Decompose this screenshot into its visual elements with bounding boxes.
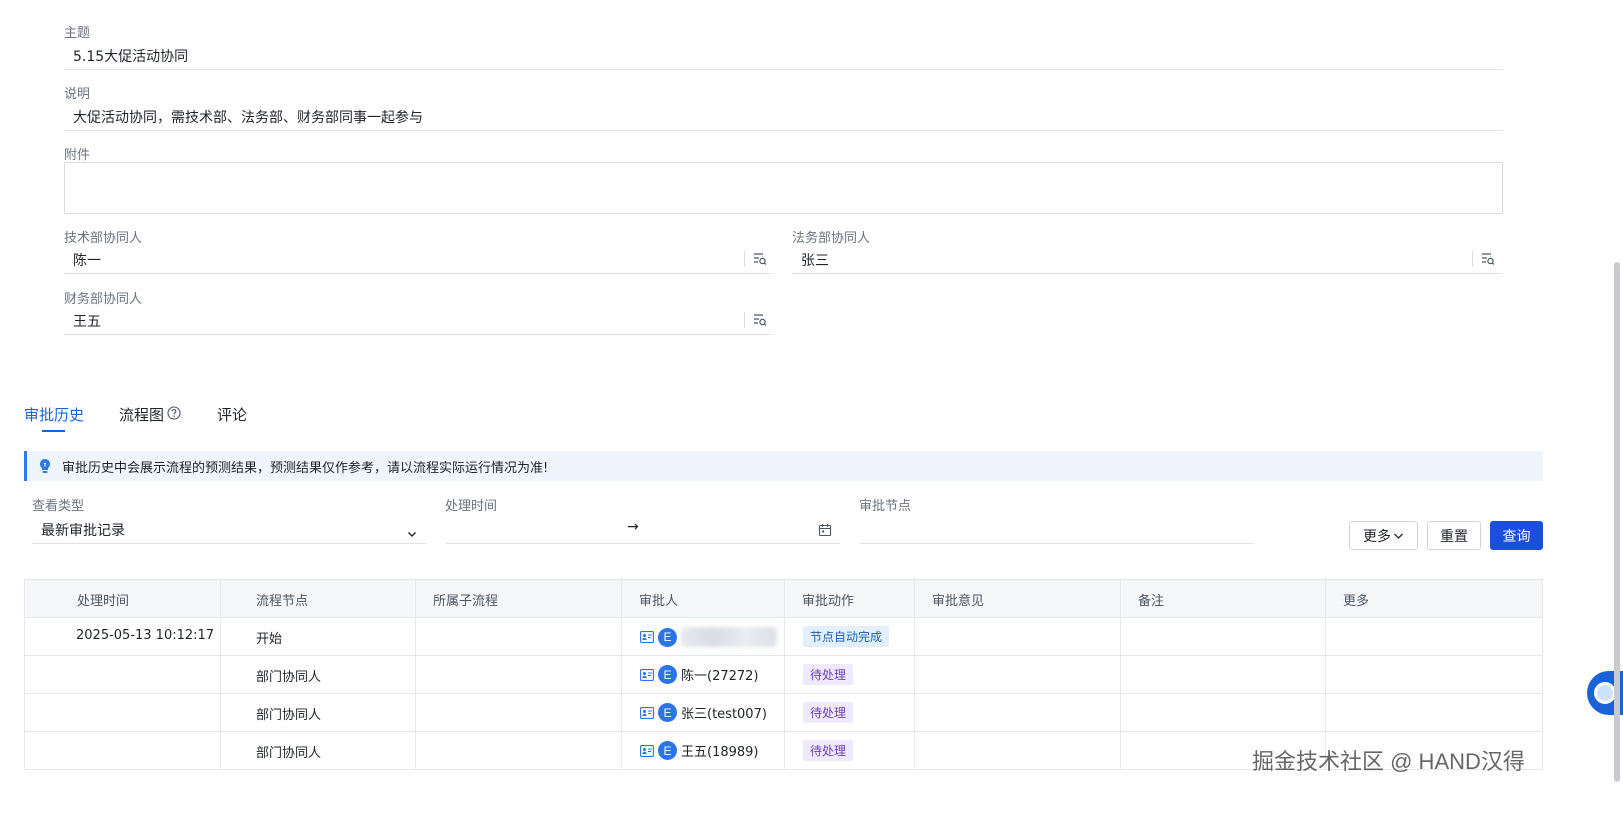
cell-approver: E 张三(test007) (640, 703, 767, 722)
view-type-label: 查看类型 (32, 499, 85, 514)
lookup-icon[interactable] (750, 310, 770, 330)
lookup-icon[interactable] (1478, 249, 1498, 269)
approval-node-input[interactable] (860, 517, 1253, 544)
avatar: E (658, 741, 677, 760)
scrollbar[interactable] (1614, 262, 1620, 782)
process-time-range[interactable]: → (446, 517, 840, 544)
tab-active-indicator (42, 430, 65, 432)
tab-flowchart[interactable]: 流程图 (119, 404, 181, 425)
tech-collab-value: 陈一 (73, 253, 101, 269)
subject-value: 5.15大促活动协同 (73, 49, 189, 65)
legal-collab-field[interactable]: 张三 (792, 248, 1502, 274)
divider (744, 251, 745, 267)
cell-process-time: 2025-05-13 10:12:17 (76, 628, 215, 643)
approval-history-table: 处理时间 流程节点 所属子流程 审批人 审批动作 审批意见 备注 更多 2025… (24, 579, 1543, 770)
cell-flow-node: 部门协同人 (256, 746, 322, 761)
table-row: 2025-05-13 10:12:17 开始 E 节点自动完成 (25, 618, 1542, 656)
process-time-label: 处理时间 (445, 499, 498, 514)
attachment-upload-area[interactable] (64, 162, 1503, 214)
description-value: 大促活动协同，需技术部、法务部、财务部同事一起参与 (73, 110, 423, 126)
notice-text: 审批历史中会展示流程的预测结果，预测结果仅作参考，请以流程实际运行情况为准! (62, 460, 549, 476)
user-card-icon[interactable] (640, 668, 654, 681)
header-opinion: 审批意见 (932, 594, 985, 609)
description-field[interactable]: 大促活动协同，需技术部、法务部、财务部同事一起参与 (64, 105, 1502, 131)
lookup-icon[interactable] (750, 249, 770, 269)
header-flow-node: 流程节点 (256, 594, 309, 609)
user-card-icon[interactable] (640, 706, 654, 719)
query-button[interactable]: 查询 (1490, 521, 1543, 550)
approval-node-label: 审批节点 (859, 499, 912, 514)
divider (1472, 251, 1473, 267)
divider (744, 312, 745, 328)
finance-collab-value: 王五 (73, 314, 101, 330)
more-filters-button[interactable]: 更多 (1349, 521, 1418, 550)
subject-label: 主题 (64, 26, 91, 41)
help-icon (167, 405, 181, 424)
avatar: E (658, 665, 677, 684)
chevron-down-icon (1393, 531, 1404, 541)
watermark: 掘金技术社区 @ HAND汉得 (1252, 749, 1525, 774)
description-label: 说明 (64, 87, 91, 102)
range-arrow-icon: → (627, 519, 639, 535)
status-badge: 待处理 (803, 664, 854, 685)
tech-collab-label: 技术部协同人 (64, 231, 143, 246)
header-approver: 审批人 (639, 594, 679, 609)
legal-collab-label: 法务部协同人 (792, 231, 871, 246)
approver-name[interactable]: 张三(test007) (681, 703, 767, 722)
chevron-down-icon (407, 524, 417, 543)
header-more: 更多 (1343, 594, 1370, 609)
table-row: 部门协同人 E 张三(test007) 待处理 (25, 694, 1542, 732)
cell-approver: E 王五(18989) (640, 741, 759, 760)
attachment-label: 附件 (64, 148, 91, 163)
calendar-icon[interactable] (818, 522, 832, 541)
lightbulb-icon (38, 458, 52, 474)
table-row: 部门协同人 E 陈一(27272) 待处理 (25, 656, 1542, 694)
cell-flow-node: 开始 (256, 632, 283, 647)
status-badge: 节点自动完成 (803, 626, 890, 647)
cell-approver: E 陈一(27272) (640, 665, 759, 684)
tab-approval-history[interactable]: 审批历史 (24, 404, 84, 425)
cell-flow-node: 部门协同人 (256, 708, 322, 723)
view-type-select[interactable]: 最新审批记录 (32, 517, 427, 544)
tab-comments[interactable]: 评论 (217, 404, 247, 425)
header-subprocess: 所属子流程 (433, 594, 499, 609)
finance-collab-field[interactable]: 王五 (64, 309, 773, 335)
tab-flowchart-label: 流程图 (119, 406, 165, 424)
header-process-time: 处理时间 (77, 594, 130, 609)
more-filters-label: 更多 (1363, 528, 1391, 545)
finance-collab-label: 财务部协同人 (64, 292, 143, 307)
legal-collab-value: 张三 (801, 253, 829, 269)
blurred-approver-name (681, 627, 777, 647)
avatar: E (658, 703, 677, 722)
notice-banner: 审批历史中会展示流程的预测结果，预测结果仅作参考，请以流程实际运行情况为准! (24, 451, 1543, 481)
tech-collab-field[interactable]: 陈一 (64, 248, 773, 274)
user-card-icon[interactable] (640, 631, 654, 643)
view-type-value: 最新审批记录 (41, 523, 125, 539)
cell-flow-node: 部门协同人 (256, 670, 322, 685)
header-remark: 备注 (1138, 594, 1165, 609)
reset-button[interactable]: 重置 (1427, 521, 1481, 550)
user-card-icon[interactable] (640, 744, 654, 757)
status-badge: 待处理 (803, 740, 854, 761)
status-badge: 待处理 (803, 702, 854, 723)
approver-name[interactable]: 陈一(27272) (681, 665, 759, 684)
header-action: 审批动作 (802, 594, 855, 609)
avatar: E (658, 627, 677, 647)
cell-approver: E (640, 627, 777, 647)
subject-field[interactable]: 5.15大促活动协同 (64, 44, 1502, 70)
assistant-icon (1594, 682, 1616, 704)
approver-name[interactable]: 王五(18989) (681, 741, 759, 760)
